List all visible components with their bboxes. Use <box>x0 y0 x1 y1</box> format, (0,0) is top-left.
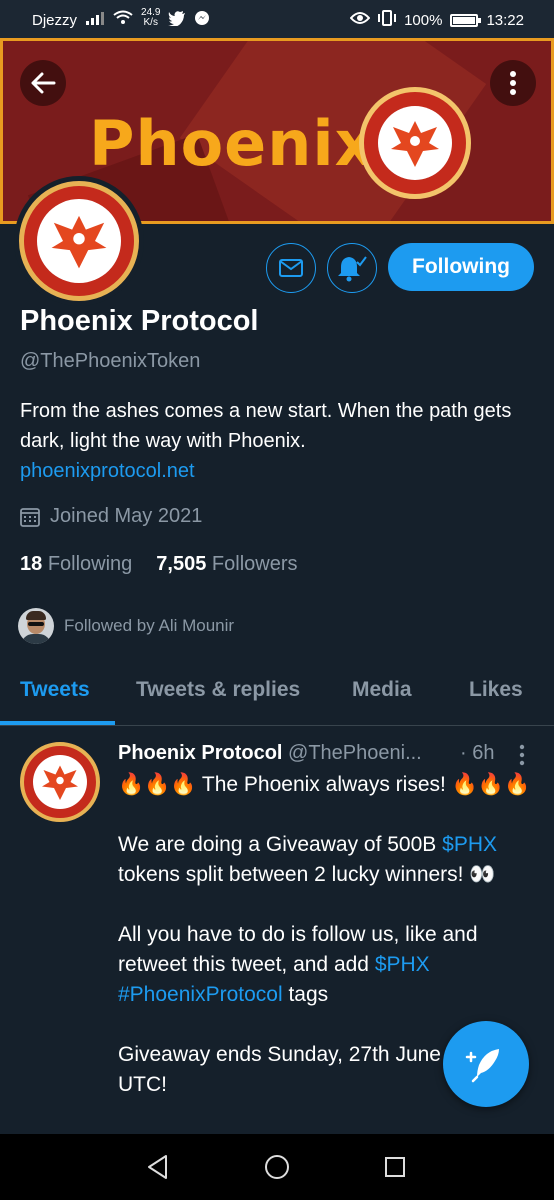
tweet-line-1: 🔥🔥🔥 The Phoenix always rises! 🔥🔥🔥 <box>118 773 531 796</box>
tab-tweets[interactable]: Tweets <box>20 678 90 702</box>
followed-by[interactable]: Followed by Ali Mounir <box>18 608 234 644</box>
eye-icon <box>349 11 371 29</box>
avatar <box>18 608 54 644</box>
website-link[interactable]: phoenixprotocol.net <box>20 456 530 486</box>
hashtag-link[interactable]: #PhoenixProtocol <box>118 983 283 1006</box>
tab-likes[interactable]: Likes <box>469 678 523 702</box>
profile-avatar[interactable] <box>14 176 144 306</box>
profile-tabs: Tweets Tweets & replies Media Likes <box>0 660 554 726</box>
signal-icon <box>85 11 105 29</box>
nav-back-button[interactable] <box>143 1152 173 1182</box>
bell-check-icon <box>338 256 367 282</box>
tweet-more-icon[interactable] <box>512 744 532 766</box>
profile-name: Phoenix Protocol <box>20 305 259 337</box>
profile-handle: @ThePhoenixToken <box>20 350 201 372</box>
more-options-button[interactable] <box>490 60 536 106</box>
tweet-avatar[interactable] <box>20 742 100 822</box>
joined-date: Joined May 2021 <box>20 505 202 528</box>
vibrate-icon <box>378 10 397 30</box>
vertical-dots-icon <box>510 71 516 95</box>
nav-recents-button[interactable] <box>380 1152 410 1182</box>
tweet-paragraph-2: We are doing a Giveaway of 500B $PHX tok… <box>118 833 497 886</box>
back-arrow-icon <box>31 72 56 94</box>
tab-tweets-replies[interactable]: Tweets & replies <box>136 678 300 702</box>
active-tab-indicator <box>0 721 115 725</box>
messenger-icon <box>194 10 210 30</box>
twitter-bird-icon <box>168 10 186 30</box>
message-button[interactable] <box>266 243 316 293</box>
cashtag-link[interactable]: $PHX <box>375 953 430 976</box>
tweet-author-handle: @ThePhoeni... <box>288 742 422 764</box>
follow-stats: 18 Following 7,505 Followers <box>20 553 298 576</box>
tweet-paragraph-3: All you have to do is follow us, like an… <box>118 923 478 1006</box>
followers-stat[interactable]: 7,505 Followers <box>156 553 297 576</box>
phoenix-bird-icon <box>42 765 78 800</box>
phoenix-bird-icon <box>51 215 107 269</box>
tweet-author-name[interactable]: Phoenix Protocol <box>118 742 282 764</box>
cashtag-link[interactable]: $PHX <box>442 833 497 856</box>
status-bar: Djezzy 24.9 K/s 100% 13:22 <box>0 0 554 38</box>
battery-percent: 100% <box>404 11 443 29</box>
battery-icon <box>450 13 482 27</box>
calendar-icon <box>20 507 40 527</box>
clock: 13:22 <box>486 11 524 29</box>
system-nav-bar <box>0 1134 554 1200</box>
profile-bio: From the ashes comes a new start. When t… <box>20 396 530 486</box>
followed-by-text: Followed by Ali Mounir <box>64 616 235 635</box>
circle-home-icon <box>265 1155 289 1179</box>
back-button[interactable] <box>20 60 66 106</box>
tweet-time: · 6h <box>460 742 495 764</box>
compose-feather-icon <box>465 1049 499 1083</box>
mail-icon <box>279 259 303 277</box>
following-button[interactable]: Following <box>388 243 534 291</box>
compose-tweet-button[interactable] <box>443 1021 529 1107</box>
square-recents-icon <box>385 1157 405 1177</box>
phoenix-bird-icon <box>391 121 439 167</box>
nav-home-button[interactable] <box>262 1152 292 1182</box>
bio-text: From the ashes comes a new start. When t… <box>20 400 512 452</box>
phoenix-logo <box>359 87 471 199</box>
notifications-button[interactable] <box>327 243 377 293</box>
net-speed: 24.9 K/s <box>141 7 161 28</box>
following-stat[interactable]: 18 Following <box>20 553 132 576</box>
banner-title: Phoenix <box>89 107 376 180</box>
carrier-name: Djezzy <box>32 11 78 29</box>
triangle-back-icon <box>148 1155 167 1179</box>
tab-media[interactable]: Media <box>352 678 412 702</box>
wifi-icon <box>113 10 133 30</box>
joined-text: Joined May 2021 <box>50 505 203 527</box>
